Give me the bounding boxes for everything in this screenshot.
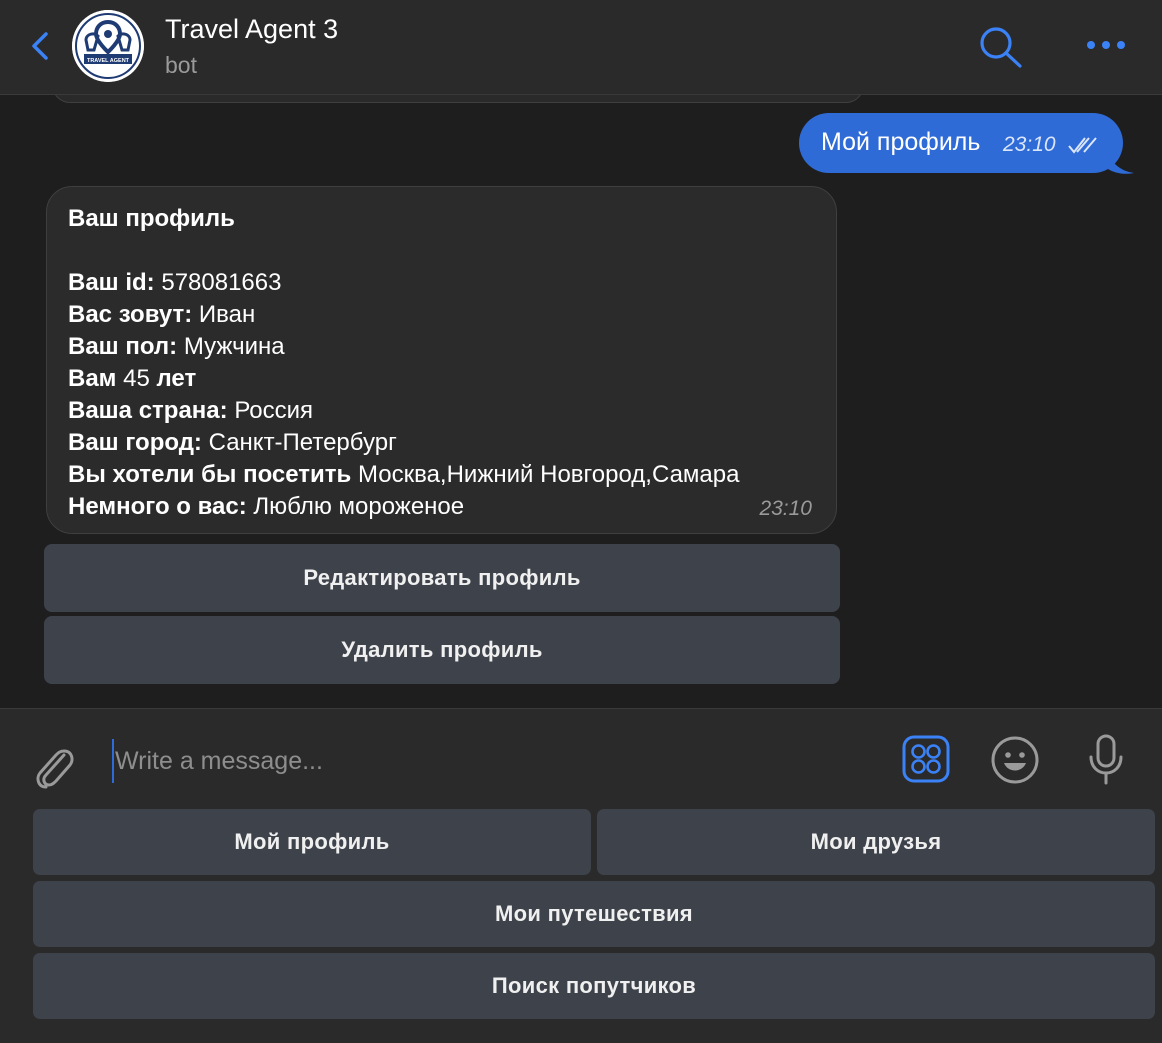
profile-line-country: Ваша страна: Россия [68, 397, 313, 425]
profile-value: Мужчина [183, 333, 285, 360]
profile-label: Ваш город: [68, 429, 202, 456]
profile-line-name: Вас зовут: Иван [68, 301, 255, 329]
profile-value: Иван [198, 301, 256, 328]
search-icon[interactable] [976, 24, 1026, 70]
profile-value: Россия [234, 397, 314, 424]
emoji-icon[interactable] [990, 735, 1040, 785]
composer-panel: Мой профиль Мои друзья Мои путешествия П… [0, 708, 1162, 1043]
profile-label: Ваша страна: [68, 397, 228, 424]
outgoing-message-time: 23:10 [1003, 133, 1056, 156]
profile-message[interactable]: Ваш профиль Ваш id: 578081663 Вас зовут:… [46, 186, 837, 534]
profile-value: Люблю мороженое [253, 493, 465, 520]
profile-value: 578081663 [161, 269, 282, 296]
chat-header: TRAVEL AGENT Travel Agent 3 bot [0, 0, 1162, 95]
profile-message-time: 23:10 [759, 497, 812, 520]
keyboard-button-my-friends[interactable]: Мои друзья [597, 809, 1155, 875]
message-list[interactable]: Мой профиль 23:10 Ваш профиль Ваш id: 57… [0, 95, 1162, 707]
chat-subtitle: bot [165, 52, 197, 78]
logo-text: TRAVEL AGENT [87, 58, 130, 64]
paperclip-icon[interactable] [30, 741, 76, 791]
profile-title: Ваш профиль [68, 205, 235, 232]
profile-line-wish-visit: Вы хотели бы посетить Москва,Нижний Новг… [68, 461, 739, 489]
delete-profile-button[interactable]: Удалить профиль [44, 616, 840, 684]
profile-line-gender: Ваш пол: Мужчина [68, 333, 285, 361]
back-arrow-icon[interactable] [26, 28, 56, 64]
profile-value: Москва,Нижний Новгород,Самара [357, 461, 740, 488]
outgoing-bubble-tail [1108, 153, 1134, 174]
previous-message-bubble [52, 95, 864, 103]
travel-agent-logo-icon: TRAVEL AGENT [72, 10, 144, 82]
outgoing-message[interactable]: Мой профиль 23:10 [799, 113, 1123, 173]
chat-title[interactable]: Travel Agent 3 [165, 14, 338, 45]
profile-value: 45 [123, 365, 150, 392]
profile-label: Вас зовут: [68, 301, 193, 328]
more-options-icon[interactable] [1082, 30, 1130, 60]
profile-line-id: Ваш id: 578081663 [68, 269, 281, 297]
profile-label: Ваш id: [68, 269, 155, 296]
keyboard-button-find-companions[interactable]: Поиск попутчиков [33, 953, 1155, 1019]
profile-line-city: Ваш город: Санкт-Петербург [68, 429, 397, 457]
message-input[interactable] [112, 739, 815, 783]
keyboard-button-my-trips[interactable]: Мои путешествия [33, 881, 1155, 947]
profile-label: Немного о вас: [68, 493, 247, 520]
bot-commands-icon[interactable] [902, 735, 950, 783]
profile-label: Ваш пол: [68, 333, 178, 360]
outgoing-message-text: Мой профиль [821, 128, 981, 156]
profile-line-age: Вам 45 лет [68, 365, 196, 393]
profile-label-suffix: лет [156, 365, 197, 392]
profile-label: Вы хотели бы посетить [68, 461, 352, 488]
profile-label: Вам [68, 365, 117, 392]
microphone-icon[interactable] [1086, 733, 1126, 787]
profile-value: Санкт-Петербург [208, 429, 397, 456]
keyboard-button-my-profile[interactable]: Мой профиль [33, 809, 591, 875]
bot-avatar[interactable]: TRAVEL AGENT [72, 10, 144, 82]
read-checkmarks-icon [1068, 137, 1097, 154]
profile-line-about: Немного о вас: Люблю мороженое [68, 493, 464, 521]
edit-profile-button[interactable]: Редактировать профиль [44, 544, 840, 612]
